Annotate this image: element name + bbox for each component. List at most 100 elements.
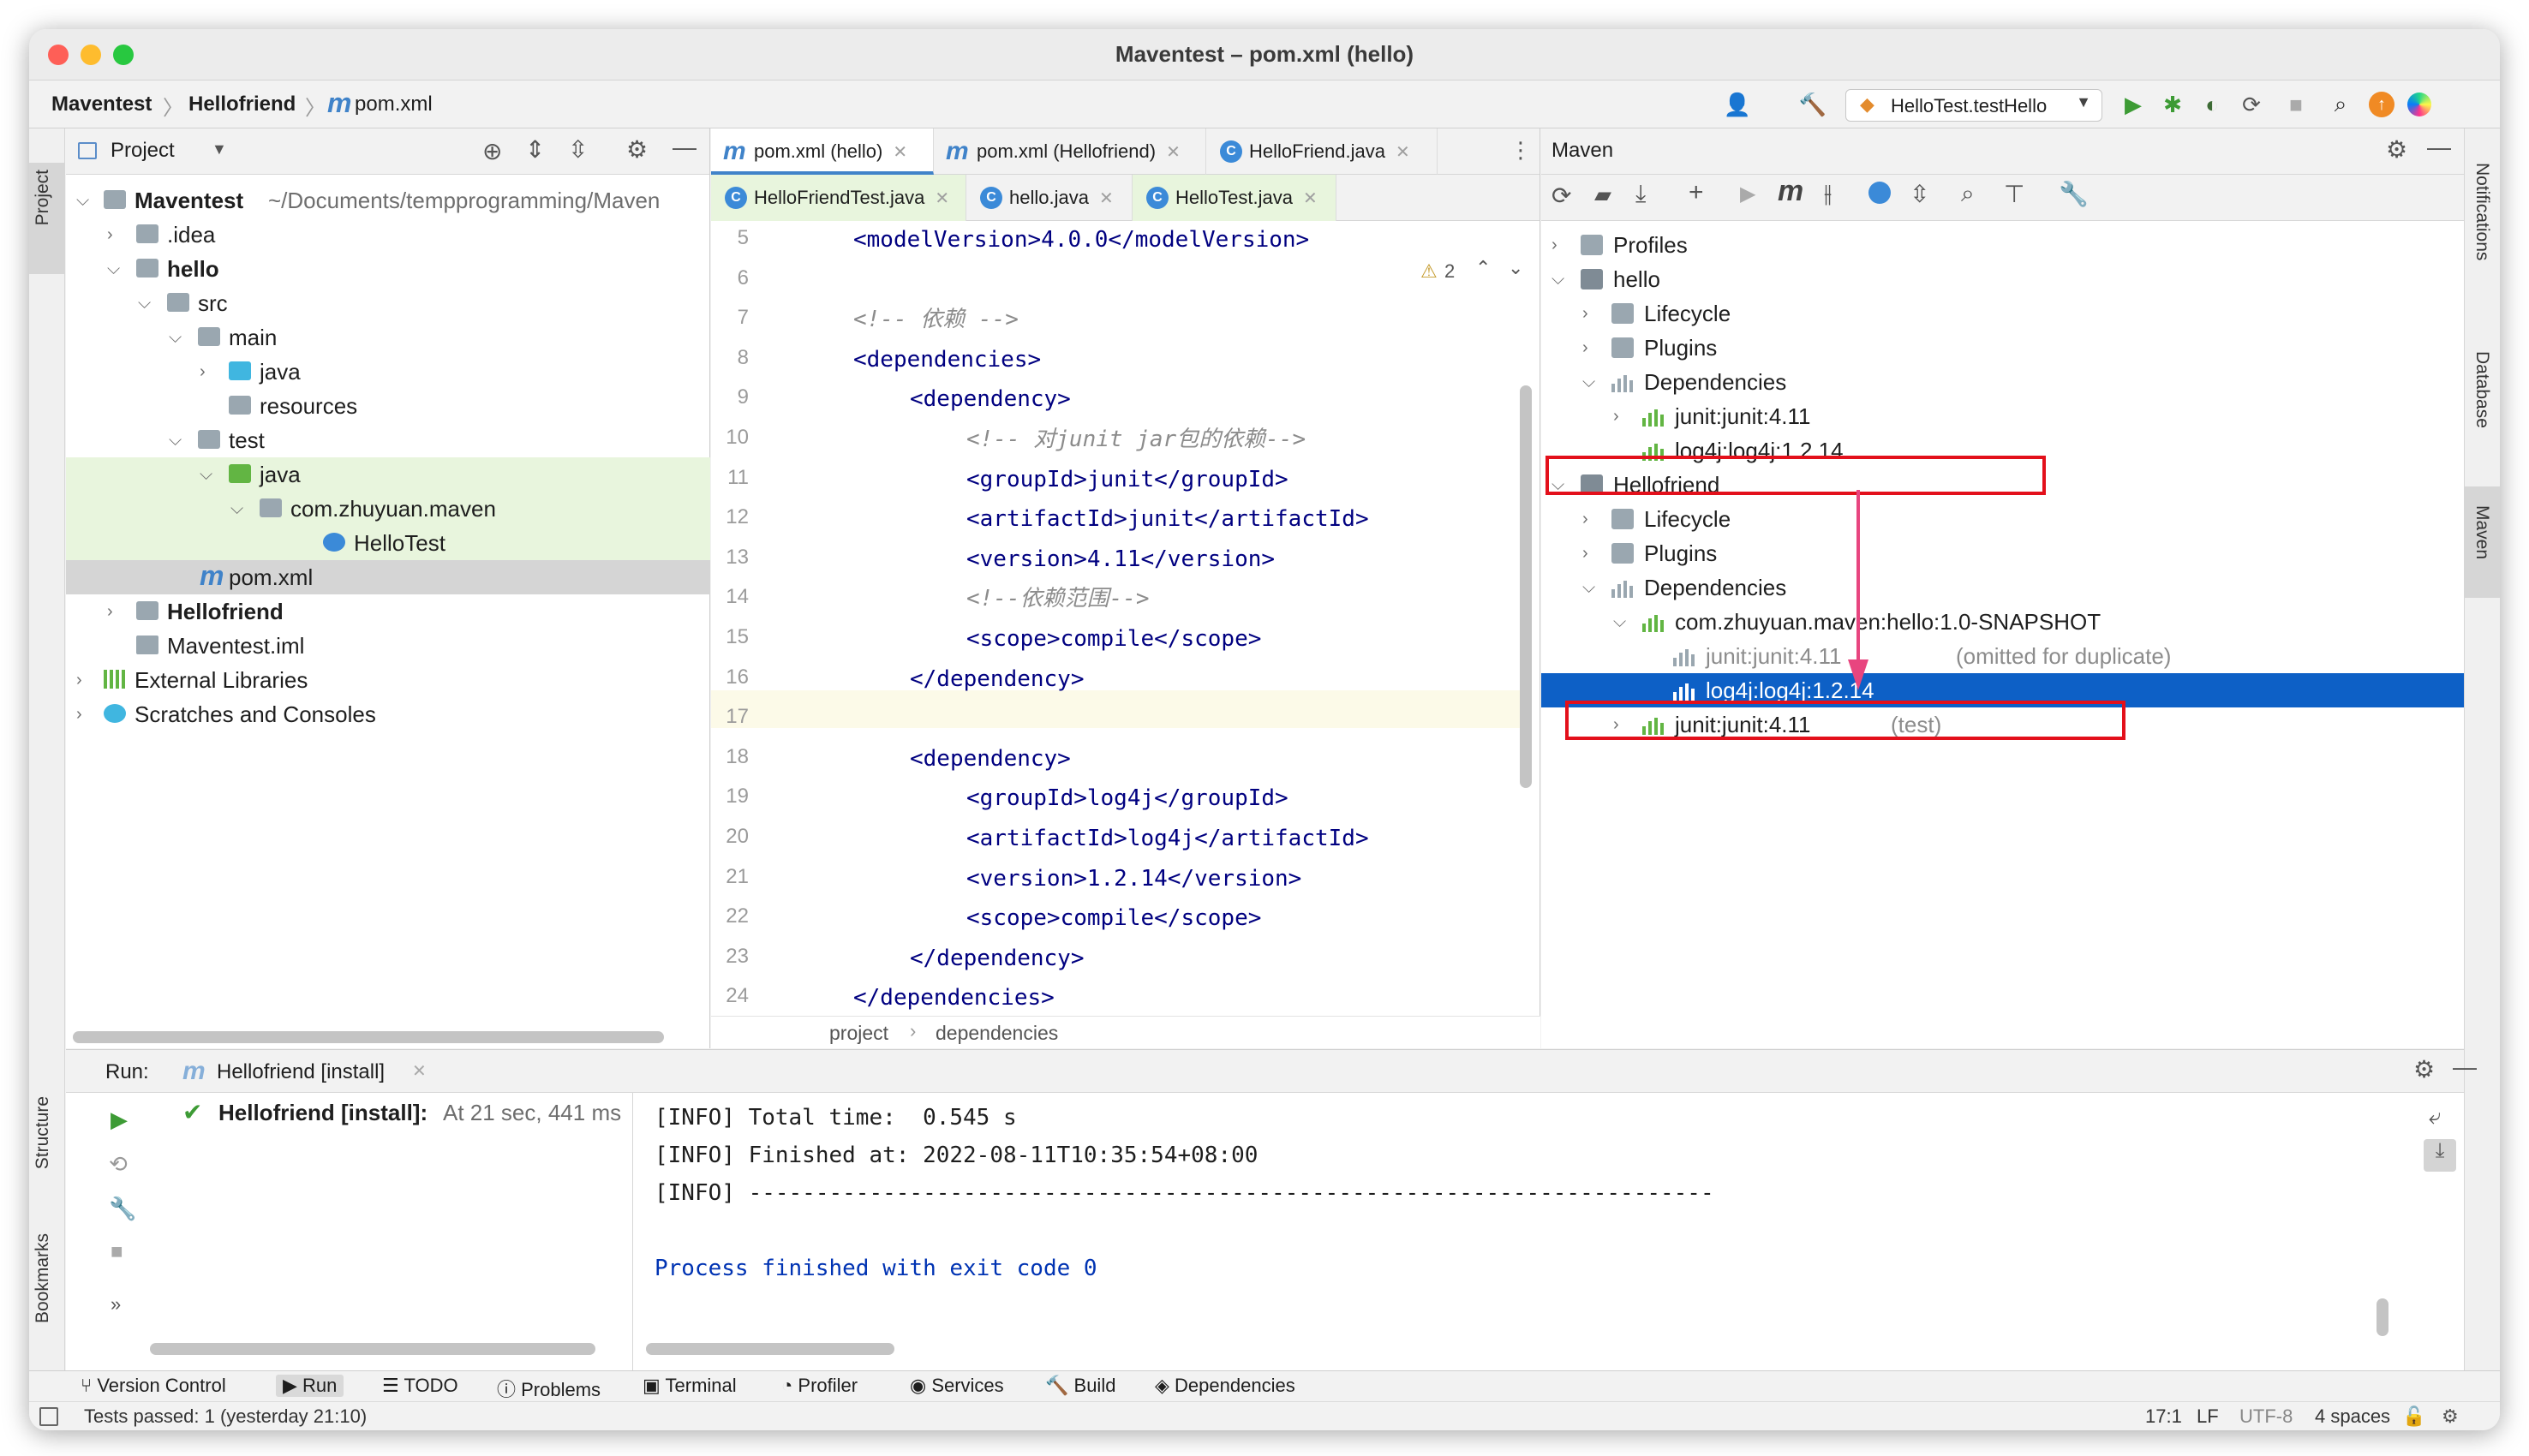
breadcrumb-dependencies-tag[interactable]: dependencies [936, 1022, 1058, 1045]
hide-panel-icon[interactable]: — [2427, 134, 2451, 161]
editor-vertical-scrollbar[interactable] [1520, 385, 1532, 788]
run-icon[interactable]: ▶ [2119, 91, 2147, 118]
run-tree-item[interactable]: Hellofriend [install]: [218, 1100, 427, 1126]
inspection-icon[interactable]: ⚙ [2442, 1405, 2459, 1428]
maven-tree-item[interactable]: › Plugins [1541, 536, 2464, 570]
run-configuration-selector[interactable]: ◆ HelloTest.testHello ▼ [1845, 89, 2102, 122]
chevron-down-icon[interactable]: ⌄ [1508, 257, 1523, 279]
rerun-failed-icon[interactable]: ⟲ [109, 1151, 128, 1178]
download-icon[interactable]: ⤓ [1635, 180, 1646, 208]
notifications-tool-tab[interactable]: Notifications [2472, 163, 2492, 260]
tree-item-resources[interactable]: resources [66, 389, 710, 423]
update-icon[interactable]: ↑ [2368, 91, 2395, 118]
project-view-selector[interactable]: Project [111, 139, 175, 163]
tree-item-main-java[interactable]: › java [66, 355, 710, 389]
maven-tree-item[interactable]: › Lifecycle [1541, 502, 2464, 536]
close-icon[interactable]: ✕ [412, 1060, 427, 1082]
tool-tab-services[interactable]: ◉ Services [910, 1375, 1004, 1397]
tool-tab-version-control[interactable]: ⑂ Version Control [81, 1375, 226, 1397]
tool-tab-terminal[interactable]: ▣ Terminal [643, 1375, 737, 1397]
console-vertical-scrollbar[interactable] [2377, 1298, 2388, 1336]
status-message[interactable]: Tests passed: 1 (yesterday 21:10) [84, 1405, 367, 1428]
tree-item-main[interactable]: ⌵ main [66, 320, 710, 355]
stop-icon[interactable]: ■ [111, 1240, 123, 1264]
tab-hello-java[interactable]: Chello.java ✕ [966, 175, 1133, 221]
tree-item-hellofriend[interactable]: › Hellofriend [66, 594, 710, 629]
tree-item-maventest[interactable]: ⌵ Maventest ~/Documents/tempprogramming/… [66, 183, 710, 218]
panel-toggle-icon[interactable] [39, 1407, 58, 1426]
tool-tab-run[interactable]: ▶ Run [276, 1375, 344, 1397]
line-separator[interactable]: LF [2197, 1405, 2219, 1428]
gear-icon[interactable]: ⚙ [2386, 135, 2407, 164]
tree-item-maventest-iml[interactable]: Maventest.iml [66, 629, 710, 663]
tool-tab-build[interactable]: 🔨 Build [1045, 1375, 1115, 1397]
tree-item-scratches[interactable]: › Scratches and Consoles [66, 697, 710, 731]
tab-pom-hello[interactable]: m pom.xml (hello) ✕ [711, 128, 934, 175]
show-dependencies-icon[interactable]: ⌕ [1961, 180, 1975, 208]
file-encoding[interactable]: UTF-8 [2239, 1405, 2293, 1428]
breadcrumb-file[interactable]: pom.xml [355, 92, 433, 116]
rerun-icon[interactable]: ▶ [111, 1107, 128, 1133]
tab-hellofriendtest-java[interactable]: C HelloFriendTest.java ✕ [711, 175, 966, 221]
wrench-icon[interactable]: 🔧 [109, 1196, 136, 1222]
project-horizontal-scrollbar[interactable] [73, 1031, 664, 1043]
bookmarks-tool-tab[interactable]: Bookmarks [33, 1233, 53, 1323]
run-icon[interactable]: ▶ [1740, 182, 1755, 206]
gear-icon[interactable]: ⚙ [626, 135, 648, 164]
locate-icon[interactable]: ⊕ [482, 137, 502, 165]
user-icon[interactable]: 👤 [1724, 91, 1751, 118]
tree-item-hellotest[interactable]: HelloTest [66, 526, 710, 560]
maven-tree-item[interactable]: › Profiles [1541, 228, 2464, 262]
project-tool-tab[interactable]: Project [33, 170, 53, 225]
stop-icon[interactable]: ■ [2282, 91, 2310, 118]
run-tree-scrollbar[interactable] [150, 1343, 595, 1355]
structure-tool-tab[interactable]: Structure [33, 1096, 53, 1169]
tree-item-pom-xml[interactable]: m pom.xml [66, 560, 710, 594]
chevron-down-icon[interactable]: ▼ [212, 140, 227, 158]
coverage-icon[interactable]: ◐ [2198, 91, 2226, 118]
expand-all-icon[interactable]: ⇕ [525, 135, 545, 164]
tree-item-external-libraries[interactable]: › External Libraries [66, 663, 710, 697]
reimport-folder-icon[interactable]: ▰ [1594, 182, 1611, 208]
tool-tab-problems[interactable]: ⓘ Problems [497, 1375, 601, 1402]
scroll-to-end-icon[interactable]: ⤓ [2424, 1139, 2456, 1172]
maven-tree-item[interactable]: ⌵ Dependencies [1541, 570, 2464, 605]
console-output[interactable]: [INFO] Total time: 0.545 s [INFO] Finish… [634, 1093, 2399, 1371]
jetbrains-logo-icon[interactable] [2406, 91, 2433, 118]
build-hammer-icon[interactable]: 🔨 [1799, 91, 1826, 118]
tree-item-hello[interactable]: ⌵ hello [66, 252, 710, 286]
tree-item-package[interactable]: ⌵ com.zhuyuan.maven [66, 492, 710, 526]
maven-tree-item[interactable]: › Plugins [1541, 331, 2464, 365]
debug-bug-icon[interactable]: ✱ [2159, 91, 2186, 118]
run-tab-hellofriend-install[interactable]: Hellofriend [install] [217, 1060, 385, 1084]
maven-tree-item[interactable]: ⌵ hello [1541, 262, 2464, 296]
breadcrumb-project-tag[interactable]: project [829, 1022, 888, 1045]
chevron-up-icon[interactable]: ⌃ [1475, 257, 1491, 279]
collapse-icon[interactable]: ⇳ [1910, 180, 1929, 208]
maven-tree-item[interactable]: ⌵ Dependencies [1541, 365, 2464, 399]
tab-hellotest-java[interactable]: C HelloTest.java ✕ [1133, 175, 1336, 221]
tab-pom-hellofriend[interactable]: m pom.xml (Hellofriend) ✕ [934, 128, 1206, 175]
tree-item-idea[interactable]: › .idea [66, 218, 710, 252]
collapse-all-icon[interactable]: ⇳ [568, 135, 588, 164]
skip-tests-icon[interactable] [1868, 182, 1891, 204]
tab-hellofriend-java[interactable]: C HelloFriend.java ✕ [1206, 128, 1438, 175]
hide-panel-icon[interactable]: — [2453, 1053, 2477, 1081]
breadcrumb-module[interactable]: Hellofriend [188, 92, 296, 116]
execute-goal-icon[interactable]: m [1778, 175, 1803, 208]
tool-tab-profiler[interactable]: ◔ Profiler [781, 1375, 858, 1397]
lock-icon[interactable]: 🔓 [2402, 1405, 2425, 1428]
console-horizontal-scrollbar[interactable] [646, 1343, 894, 1355]
toggle-offline-icon[interactable]: ⫲ [1824, 180, 1832, 208]
caret-position[interactable]: 17:1 [2145, 1405, 2182, 1428]
gear-icon[interactable]: ⚙ [2413, 1055, 2435, 1083]
search-icon[interactable]: ⌕ [2327, 91, 2354, 118]
breadcrumb-project[interactable]: Maventest [51, 92, 152, 116]
profile-icon[interactable]: ⟳ [2238, 91, 2265, 118]
add-icon[interactable]: + [1689, 178, 1704, 207]
tool-tab-todo[interactable]: ☰ TODO [382, 1375, 458, 1397]
tree-item-test-java[interactable]: ⌵ java [66, 457, 710, 492]
wrench-icon[interactable]: 🔧 [2059, 180, 2089, 208]
more-tabs-icon[interactable]: ⋮ [1510, 137, 1532, 164]
maven-tree-item[interactable]: ⌵ com.zhuyuan.maven:hello:1.0-SNAPSHOT [1541, 605, 2464, 639]
